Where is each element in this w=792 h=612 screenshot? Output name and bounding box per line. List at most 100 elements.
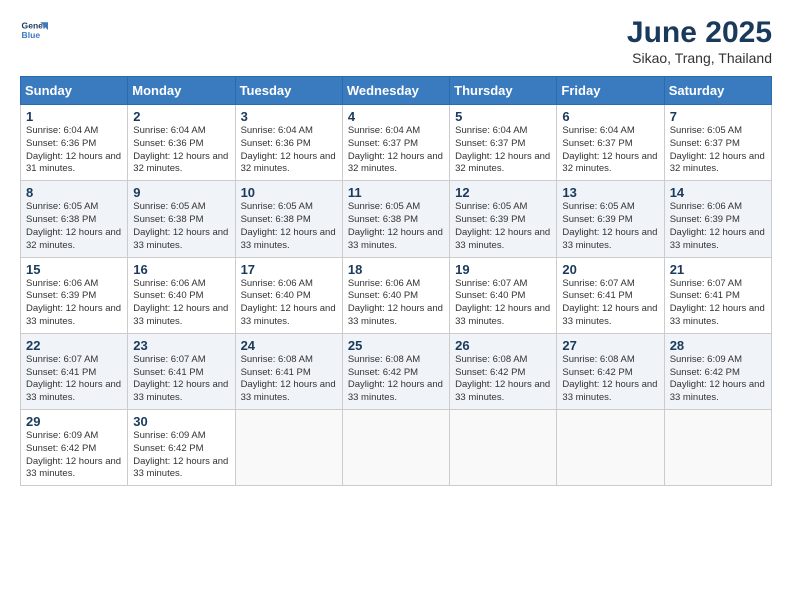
- svg-text:Blue: Blue: [22, 30, 41, 40]
- day-info: Sunrise: 6:05 AMSunset: 6:38 PMDaylight:…: [133, 201, 229, 252]
- page: General Blue June 2025 Sikao, Trang, Tha…: [0, 0, 792, 612]
- table-row: 7Sunrise: 6:05 AMSunset: 6:37 PMDaylight…: [664, 105, 771, 181]
- table-row: 14Sunrise: 6:06 AMSunset: 6:39 PMDayligh…: [664, 181, 771, 257]
- day-number: 22: [26, 338, 122, 353]
- day-info: Sunrise: 6:09 AMSunset: 6:42 PMDaylight:…: [670, 354, 766, 405]
- day-info: Sunrise: 6:07 AMSunset: 6:41 PMDaylight:…: [133, 354, 229, 405]
- table-row: [342, 410, 449, 486]
- header-monday: Monday: [128, 77, 235, 105]
- table-row: 20Sunrise: 6:07 AMSunset: 6:41 PMDayligh…: [557, 257, 664, 333]
- header-saturday: Saturday: [664, 77, 771, 105]
- day-info: Sunrise: 6:07 AMSunset: 6:41 PMDaylight:…: [670, 278, 766, 329]
- day-info: Sunrise: 6:05 AMSunset: 6:39 PMDaylight:…: [455, 201, 551, 252]
- table-row: 4Sunrise: 6:04 AMSunset: 6:37 PMDaylight…: [342, 105, 449, 181]
- day-number: 27: [562, 338, 658, 353]
- day-number: 23: [133, 338, 229, 353]
- calendar-week-row: 22Sunrise: 6:07 AMSunset: 6:41 PMDayligh…: [21, 333, 772, 409]
- day-info: Sunrise: 6:05 AMSunset: 6:38 PMDaylight:…: [241, 201, 337, 252]
- subtitle: Sikao, Trang, Thailand: [627, 50, 772, 66]
- day-number: 28: [670, 338, 766, 353]
- table-row: 29Sunrise: 6:09 AMSunset: 6:42 PMDayligh…: [21, 410, 128, 486]
- day-number: 30: [133, 414, 229, 429]
- logo: General Blue: [20, 16, 48, 44]
- day-number: 1: [26, 109, 122, 124]
- day-info: Sunrise: 6:05 AMSunset: 6:37 PMDaylight:…: [670, 125, 766, 176]
- day-number: 21: [670, 262, 766, 277]
- general-blue-logo-icon: General Blue: [20, 16, 48, 44]
- day-info: Sunrise: 6:06 AMSunset: 6:39 PMDaylight:…: [26, 278, 122, 329]
- table-row: 19Sunrise: 6:07 AMSunset: 6:40 PMDayligh…: [450, 257, 557, 333]
- day-number: 3: [241, 109, 337, 124]
- day-info: Sunrise: 6:08 AMSunset: 6:41 PMDaylight:…: [241, 354, 337, 405]
- table-row: 8Sunrise: 6:05 AMSunset: 6:38 PMDaylight…: [21, 181, 128, 257]
- calendar-week-row: 1Sunrise: 6:04 AMSunset: 6:36 PMDaylight…: [21, 105, 772, 181]
- day-info: Sunrise: 6:06 AMSunset: 6:39 PMDaylight:…: [670, 201, 766, 252]
- day-info: Sunrise: 6:04 AMSunset: 6:37 PMDaylight:…: [562, 125, 658, 176]
- table-row: 11Sunrise: 6:05 AMSunset: 6:38 PMDayligh…: [342, 181, 449, 257]
- table-row: 15Sunrise: 6:06 AMSunset: 6:39 PMDayligh…: [21, 257, 128, 333]
- day-info: Sunrise: 6:07 AMSunset: 6:41 PMDaylight:…: [26, 354, 122, 405]
- day-number: 26: [455, 338, 551, 353]
- day-info: Sunrise: 6:08 AMSunset: 6:42 PMDaylight:…: [562, 354, 658, 405]
- table-row: 22Sunrise: 6:07 AMSunset: 6:41 PMDayligh…: [21, 333, 128, 409]
- day-number: 11: [348, 185, 444, 200]
- day-number: 14: [670, 185, 766, 200]
- day-number: 16: [133, 262, 229, 277]
- day-info: Sunrise: 6:07 AMSunset: 6:40 PMDaylight:…: [455, 278, 551, 329]
- day-info: Sunrise: 6:04 AMSunset: 6:36 PMDaylight:…: [133, 125, 229, 176]
- table-row: 28Sunrise: 6:09 AMSunset: 6:42 PMDayligh…: [664, 333, 771, 409]
- calendar-week-row: 29 Sunrise: 6:09 AMSunset: 6:42 PMDayligh…: [21, 410, 772, 486]
- title-block: June 2025 Sikao, Trang, Thailand: [627, 16, 772, 66]
- day-number: 4: [348, 109, 444, 124]
- header-tuesday: Tuesday: [235, 77, 342, 105]
- day-number: 17: [241, 262, 337, 277]
- table-row: 12Sunrise: 6:05 AMSunset: 6:39 PMDayligh…: [450, 181, 557, 257]
- day-number: 24: [241, 338, 337, 353]
- table-row: [557, 410, 664, 486]
- calendar-week-row: 15Sunrise: 6:06 AMSunset: 6:39 PMDayligh…: [21, 257, 772, 333]
- day-info: Sunrise: 6:07 AMSunset: 6:41 PMDaylight:…: [562, 278, 658, 329]
- day-info: Sunrise: 6:04 AMSunset: 6:37 PMDaylight:…: [348, 125, 444, 176]
- day-info: Sunrise: 6:06 AMSunset: 6:40 PMDaylight:…: [133, 278, 229, 329]
- table-row: 17Sunrise: 6:06 AMSunset: 6:40 PMDayligh…: [235, 257, 342, 333]
- day-info: Sunrise: 6:04 AMSunset: 6:36 PMDaylight:…: [241, 125, 337, 176]
- day-info: Sunrise: 6:05 AMSunset: 6:38 PMDaylight:…: [348, 201, 444, 252]
- table-row: 9Sunrise: 6:05 AMSunset: 6:38 PMDaylight…: [128, 181, 235, 257]
- table-row: 6Sunrise: 6:04 AMSunset: 6:37 PMDaylight…: [557, 105, 664, 181]
- header-thursday: Thursday: [450, 77, 557, 105]
- table-row: 3Sunrise: 6:04 AMSunset: 6:36 PMDaylight…: [235, 105, 342, 181]
- day-number: 6: [562, 109, 658, 124]
- day-number: 2: [133, 109, 229, 124]
- calendar-table: Sunday Monday Tuesday Wednesday Thursday…: [20, 76, 772, 486]
- main-title: June 2025: [627, 16, 772, 50]
- table-row: 30Sunrise: 6:09 AMSunset: 6:42 PMDayligh…: [128, 410, 235, 486]
- table-row: 21Sunrise: 6:07 AMSunset: 6:41 PMDayligh…: [664, 257, 771, 333]
- day-number: 20: [562, 262, 658, 277]
- day-info: Sunrise: 6:06 AMSunset: 6:40 PMDaylight:…: [241, 278, 337, 329]
- calendar-week-row: 8 Sunrise: 6:05 AMSunset: 6:38 PMDaylight…: [21, 181, 772, 257]
- header-friday: Friday: [557, 77, 664, 105]
- table-row: 16Sunrise: 6:06 AMSunset: 6:40 PMDayligh…: [128, 257, 235, 333]
- table-row: 18Sunrise: 6:06 AMSunset: 6:40 PMDayligh…: [342, 257, 449, 333]
- day-info: Sunrise: 6:09 AMSunset: 6:42 PMDaylight:…: [133, 430, 229, 481]
- table-row: 1Sunrise: 6:04 AMSunset: 6:36 PMDaylight…: [21, 105, 128, 181]
- day-number: 15: [26, 262, 122, 277]
- calendar-header-row: Sunday Monday Tuesday Wednesday Thursday…: [21, 77, 772, 105]
- day-number: 29: [26, 414, 122, 429]
- day-number: 13: [562, 185, 658, 200]
- day-info: Sunrise: 6:04 AMSunset: 6:36 PMDaylight:…: [26, 125, 122, 176]
- header-sunday: Sunday: [21, 77, 128, 105]
- day-number: 12: [455, 185, 551, 200]
- day-info: Sunrise: 6:04 AMSunset: 6:37 PMDaylight:…: [455, 125, 551, 176]
- day-number: 5: [455, 109, 551, 124]
- table-row: [664, 410, 771, 486]
- table-row: [235, 410, 342, 486]
- table-row: 25Sunrise: 6:08 AMSunset: 6:42 PMDayligh…: [342, 333, 449, 409]
- day-info: Sunrise: 6:08 AMSunset: 6:42 PMDaylight:…: [348, 354, 444, 405]
- table-row: [450, 410, 557, 486]
- table-row: 13Sunrise: 6:05 AMSunset: 6:39 PMDayligh…: [557, 181, 664, 257]
- header-wednesday: Wednesday: [342, 77, 449, 105]
- table-row: 5Sunrise: 6:04 AMSunset: 6:37 PMDaylight…: [450, 105, 557, 181]
- day-number: 8: [26, 185, 122, 200]
- day-number: 9: [133, 185, 229, 200]
